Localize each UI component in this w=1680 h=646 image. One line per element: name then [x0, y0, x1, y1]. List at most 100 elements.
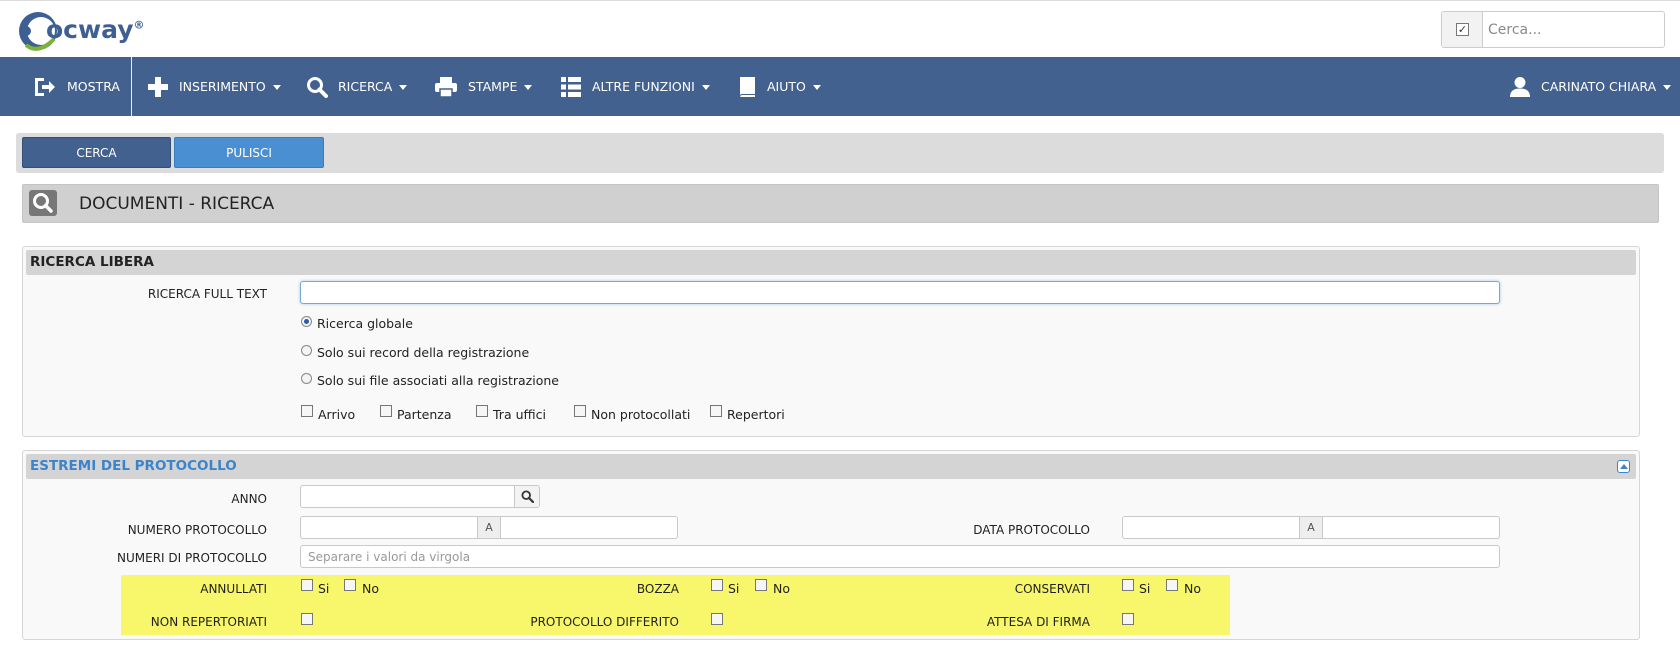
- conservati-si-checkbox[interactable]: [1122, 579, 1134, 591]
- nav-ricerca-label: RICERCA: [338, 79, 393, 94]
- conservati-label: CONSERVATI: [1014, 582, 1090, 596]
- fulltext-label: RICERCA FULL TEXT: [147, 287, 267, 301]
- attesa-di-firma-checkbox[interactable]: [1122, 613, 1134, 625]
- anno-lookup-button[interactable]: [514, 485, 540, 508]
- numero-protocollo-from-input[interactable]: [300, 516, 478, 539]
- checkbox-arrivo-label: Arrivo: [318, 407, 356, 422]
- data-range-separator: A: [1300, 516, 1322, 539]
- docway-logo[interactable]: ocway®: [16, 9, 146, 53]
- non-repertoriati-checkbox[interactable]: [301, 613, 313, 625]
- collapse-icon[interactable]: [1617, 460, 1630, 473]
- checkbox-partenza-label: Partenza: [397, 407, 452, 422]
- checkbox-partenza[interactable]: [380, 405, 392, 417]
- ricerca-libera-header: RICERCA LIBERA: [26, 250, 1636, 275]
- bozza-si-label: Si: [728, 581, 740, 596]
- nav-user-menu[interactable]: CARINATO CHIARA: [1509, 57, 1672, 116]
- nav-altre-funzioni[interactable]: ALTRE FUNZIONI: [560, 57, 710, 116]
- search-scope-addon[interactable]: ✓: [1442, 12, 1483, 47]
- chevron-down-icon: [812, 84, 821, 90]
- non-repertoriati-label: NON REPERTORIATI: [150, 615, 267, 629]
- numeri-protocollo-label: NUMERI DI PROTOCOLLO: [117, 551, 267, 565]
- radio-solo-record-label: Solo sui record della registrazione: [317, 345, 530, 360]
- global-search: ✓: [1441, 11, 1665, 48]
- logo-wordmark: ocway®: [46, 15, 145, 44]
- chevron-down-icon: [1663, 84, 1672, 90]
- chevron-down-icon: [524, 84, 533, 90]
- search-icon: [307, 76, 328, 98]
- search-title-icon: [29, 190, 57, 216]
- numero-protocollo-label: NUMERO PROTOCOLLO: [127, 523, 267, 537]
- chevron-down-icon: [272, 84, 281, 90]
- radio-solo-record[interactable]: [301, 345, 312, 356]
- nav-aiuto[interactable]: AIUTO: [737, 57, 821, 116]
- anno-label: ANNO: [231, 492, 267, 506]
- checkbox-non-protocollati[interactable]: [574, 405, 586, 417]
- print-icon: [435, 76, 457, 98]
- global-search-input[interactable]: [1488, 16, 1658, 43]
- annullati-si-checkbox[interactable]: [301, 579, 313, 591]
- page-title: DOCUMENTI - RICERCA: [79, 194, 275, 214]
- top-header: ocway® ✓: [0, 0, 1680, 57]
- checkbox-non-protocollati-label: Non protocollati: [591, 407, 691, 422]
- protocollo-differito-checkbox[interactable]: [711, 613, 723, 625]
- radio-ricerca-globale-label: Ricerca globale: [317, 316, 413, 331]
- data-protocollo-label: DATA PROTOCOLLO: [973, 523, 1090, 537]
- user-name: CARINATO CHIARA: [1541, 79, 1657, 94]
- nav-separator: [131, 57, 132, 116]
- radio-solo-file-label: Solo sui file associati alla registrazio…: [317, 373, 559, 388]
- checkbox-repertori-label: Repertori: [727, 407, 785, 422]
- nav-stampe[interactable]: STAMPE: [434, 57, 533, 116]
- data-protocollo-to-input[interactable]: [1322, 516, 1500, 539]
- bozza-no-checkbox[interactable]: [755, 579, 767, 591]
- book-icon: [740, 76, 755, 97]
- conservati-no-label: No: [1184, 581, 1201, 596]
- nav-altre-funzioni-label: ALTRE FUNZIONI: [592, 79, 695, 94]
- data-protocollo-from-input[interactable]: [1122, 516, 1300, 539]
- conservati-no-checkbox[interactable]: [1166, 579, 1178, 591]
- checkbox-arrivo[interactable]: [301, 405, 313, 417]
- nav-aiuto-label: AIUTO: [767, 79, 806, 94]
- main-navbar: MOSTRA INSERIMENTO RICERCA STAMPE ALTRE …: [0, 57, 1680, 116]
- cerca-button[interactable]: CERCA: [22, 137, 171, 168]
- anno-input[interactable]: [300, 485, 516, 508]
- nav-inserimento[interactable]: INSERIMENTO: [147, 57, 281, 116]
- annullati-no-label: No: [362, 581, 379, 596]
- nav-ricerca[interactable]: RICERCA: [306, 57, 408, 116]
- chevron-down-icon: [701, 84, 710, 90]
- numero-range-separator: A: [478, 516, 500, 539]
- annullati-si-label: Si: [318, 581, 330, 596]
- attesa-di-firma-label: ATTESA DI FIRMA: [986, 615, 1090, 629]
- bozza-label: BOZZA: [636, 582, 679, 596]
- search-scope-checkbox[interactable]: ✓: [1456, 23, 1469, 36]
- annullati-no-checkbox[interactable]: [344, 579, 356, 591]
- radio-solo-file[interactable]: [301, 373, 312, 384]
- radio-ricerca-globale[interactable]: [301, 316, 312, 327]
- plus-icon: [148, 76, 168, 97]
- checkbox-tra-uffici-label: Tra uffici: [493, 407, 546, 422]
- protocollo-differito-label: PROTOCOLLO DIFFERITO: [530, 615, 679, 629]
- annullati-label: ANNULLATI: [200, 582, 267, 596]
- numero-protocollo-to-input[interactable]: [500, 516, 678, 539]
- ricerca-libera-panel: RICERCA LIBERA: [22, 246, 1640, 437]
- sign-out-icon: [35, 77, 55, 96]
- user-icon: [1510, 76, 1530, 97]
- estremi-protocollo-header[interactable]: ESTREMI DEL PROTOCOLLO: [26, 454, 1636, 479]
- bozza-no-label: No: [773, 581, 790, 596]
- numeri-protocollo-input[interactable]: [300, 545, 1500, 568]
- page-title-bar: DOCUMENTI - RICERCA: [22, 184, 1659, 223]
- bozza-si-checkbox[interactable]: [711, 579, 723, 591]
- chevron-down-icon: [399, 84, 408, 90]
- nav-mostra-label: MOSTRA: [67, 79, 120, 94]
- nav-stampe-label: STAMPE: [468, 79, 518, 94]
- nav-inserimento-label: INSERIMENTO: [179, 79, 266, 94]
- checkbox-repertori[interactable]: [710, 405, 722, 417]
- action-toolbar: CERCA PULISCI: [16, 133, 1664, 173]
- pulisci-button[interactable]: PULISCI: [174, 137, 324, 168]
- estremi-protocollo-title: ESTREMI DEL PROTOCOLLO: [30, 458, 237, 474]
- search-icon: [520, 490, 534, 503]
- nav-mostra[interactable]: MOSTRA: [33, 57, 120, 116]
- list-icon: [561, 76, 581, 97]
- fulltext-input[interactable]: [300, 281, 1500, 304]
- conservati-si-label: Si: [1139, 581, 1151, 596]
- checkbox-tra-uffici[interactable]: [476, 405, 488, 417]
